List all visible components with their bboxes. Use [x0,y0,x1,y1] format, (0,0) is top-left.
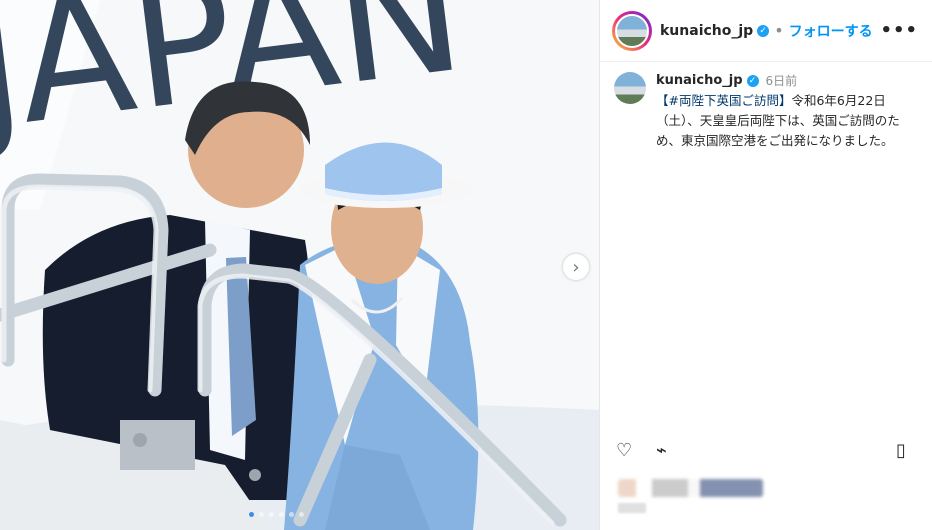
blurred-date [618,503,646,513]
caption-avatar[interactable] [614,72,646,104]
carousel-dot [279,512,284,517]
like-icon[interactable]: ♡ [616,440,644,468]
account-username[interactable]: kunaicho_jp [660,23,753,39]
carousel-dot [299,512,304,517]
carousel-indicator [249,512,304,517]
hashtag-link[interactable]: 【#両陛下英国ご訪問】 [656,93,791,108]
avatar-image [615,13,649,48]
blurred-like-summary [618,479,763,497]
verified-badge-icon: ✓ [757,24,770,37]
follow-button[interactable]: フォローする [789,21,873,41]
caption-username[interactable]: kunaicho_jp [656,73,743,88]
instagram-post: JAPAN [0,0,932,530]
post-caption: kunaicho_jp ✓ 6日前 【#両陛下英国ご訪問】令和6年6月22日（土… [600,62,932,151]
bookmark-icon[interactable]: ▯ [896,440,924,468]
comment-icon[interactable]: ⌁ [656,440,684,468]
separator-dot: • [774,21,784,40]
post-image[interactable]: JAPAN [0,0,599,530]
carousel-dot [289,512,294,517]
account-avatar[interactable] [612,10,652,51]
post-time[interactable]: 6日前 [766,72,798,89]
caption-body: kunaicho_jp ✓ 6日前 【#両陛下英国ご訪問】令和6年6月22日（土… [656,72,916,151]
caption-text: 【#両陛下英国ご訪問】令和6年6月22日（土）、天皇皇后両陛下は、英国ご訪問のた… [656,91,916,151]
airport-departure-photo: JAPAN [0,0,599,530]
post-header: kunaicho_jp ✓ • フォローする ••• [600,0,932,62]
carousel-dot [259,512,264,517]
next-image-button[interactable]: › [563,254,589,280]
post-side-panel: kunaicho_jp ✓ • フォローする ••• kunaicho_jp ✓… [599,0,932,530]
carousel-dot [269,512,274,517]
post-actions: ♡ ⌁ ▯ [616,440,916,470]
carousel-dot [249,512,254,517]
caption-meta: kunaicho_jp ✓ 6日前 [656,72,916,89]
more-options-button[interactable]: ••• [880,20,918,41]
verified-badge-icon: ✓ [746,74,759,87]
chevron-right-icon: › [572,256,580,278]
